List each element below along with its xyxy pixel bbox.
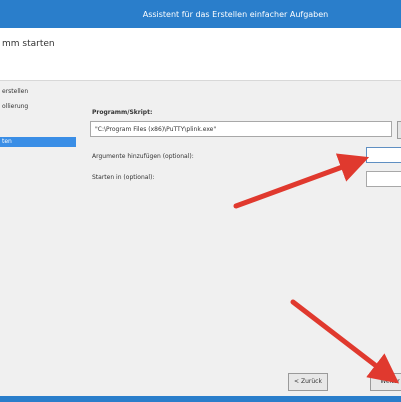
annotation-arrows [233, 153, 400, 384]
arrow-to-next-button [290, 299, 400, 384]
arrow-to-arguments [233, 153, 370, 209]
